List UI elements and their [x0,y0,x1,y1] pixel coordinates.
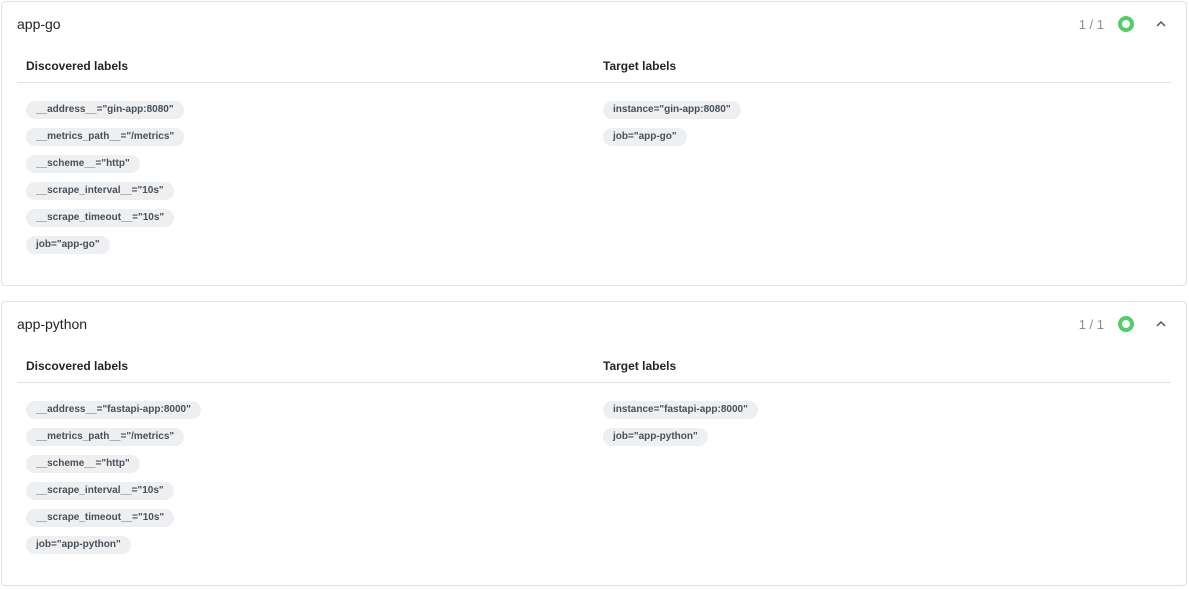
scrape-pool-header[interactable]: app-go 1 / 1 [2,2,1186,46]
discovered-labels-list: __address__="fastapi-app:8000" __metrics… [26,401,201,554]
label-badge: __metrics_path__="/metrics" [26,128,185,146]
target-count: 1 / 1 [1078,16,1104,32]
target-count: 1 / 1 [1078,316,1104,332]
discovered-labels-heading: Discovered labels [26,359,129,373]
target-labels-list: instance="fastapi-app:8000" job="app-pyt… [603,401,758,446]
target-labels-heading: Target labels [603,359,677,373]
label-badge: job="app-python" [26,536,131,554]
label-badge: __metrics_path__="/metrics" [26,428,185,446]
health-status-icon [1118,16,1134,32]
label-badge: job="app-go" [603,128,687,146]
labels-table-header: Discovered labels Target labels [17,54,1171,83]
label-badge: __scheme__="http" [26,155,140,173]
scrape-pool-name: app-python [17,316,88,332]
label-badge: job="app-python" [603,428,708,446]
scrape-pool-header[interactable]: app-python 1 / 1 [2,302,1186,346]
label-badge: instance="gin-app:8080" [603,101,741,119]
label-badge: __address__="fastapi-app:8000" [26,401,201,419]
label-badge: __scrape_interval__="10s" [26,482,174,500]
scrape-pool-panel: app-python 1 / 1 Discovered labels Targe… [1,301,1187,586]
target-labels-list: instance="gin-app:8080" job="app-go" [603,101,741,146]
label-badge: __scrape_interval__="10s" [26,182,174,200]
discovered-labels-list: __address__="gin-app:8080" __metrics_pat… [26,101,185,254]
label-badge: __scrape_timeout__="10s" [26,209,175,227]
label-badge: job="app-go" [26,236,110,254]
label-badge: __scrape_timeout__="10s" [26,509,175,527]
discovered-labels-heading: Discovered labels [26,59,129,73]
scrape-pool-panel: app-go 1 / 1 Discovered labels Target la… [1,1,1187,286]
health-status-icon [1118,316,1134,332]
labels-table-header: Discovered labels Target labels [17,354,1171,383]
chevron-up-icon[interactable] [1152,315,1170,333]
label-badge: __scheme__="http" [26,455,140,473]
label-badge: __address__="gin-app:8080" [26,101,184,119]
target-labels-heading: Target labels [603,59,677,73]
label-badge: instance="fastapi-app:8000" [603,401,758,419]
chevron-up-icon[interactable] [1152,15,1170,33]
scrape-pool-name: app-go [17,16,61,32]
